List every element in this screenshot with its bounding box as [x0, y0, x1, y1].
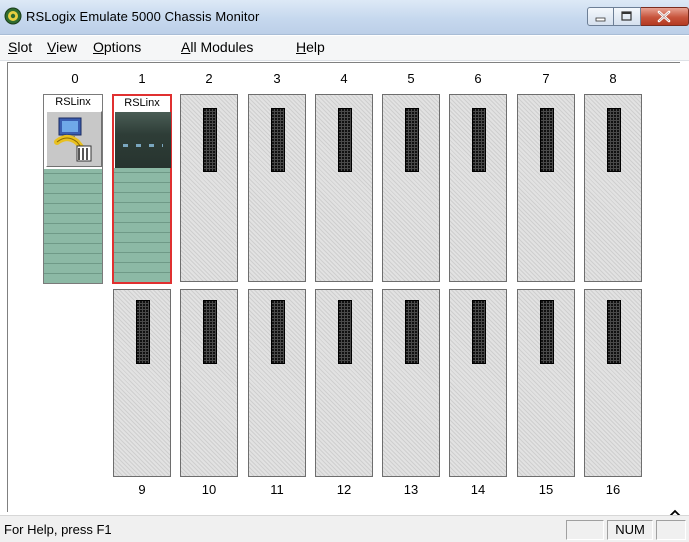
- empty-slot-2[interactable]: [180, 94, 238, 282]
- slot-number-1: 1: [138, 71, 146, 86]
- slot-connector: [338, 108, 352, 172]
- close-icon: [657, 10, 671, 23]
- menu-help-accel: H: [296, 39, 307, 55]
- slot-connector: [607, 300, 621, 364]
- slot-connector: [405, 300, 419, 364]
- rslogix-emulate-icon: [4, 7, 22, 25]
- empty-slot-4[interactable]: [315, 94, 373, 282]
- slot-connector: [136, 300, 150, 364]
- minimize-button[interactable]: [587, 7, 614, 26]
- empty-slot-14[interactable]: [449, 289, 507, 477]
- empty-slot-12[interactable]: [315, 289, 373, 477]
- menu-all-modules-rest: ll Modules: [190, 39, 254, 55]
- slot-number-16: 16: [605, 482, 621, 497]
- menu-view-accel: V: [47, 39, 57, 55]
- close-button[interactable]: [641, 7, 689, 26]
- title-bar[interactable]: RSLogix Emulate 5000 Chassis Monitor: [0, 0, 689, 35]
- status-bar: For Help, press F1 NUM: [0, 515, 689, 542]
- maximize-button[interactable]: [614, 7, 641, 26]
- menu-all-modules[interactable]: All Modules: [181, 39, 253, 55]
- menu-options-rest: ptions: [103, 39, 142, 55]
- slot-number-10: 10: [201, 482, 217, 497]
- slot-number-5: 5: [407, 71, 415, 86]
- slot-connector: [271, 300, 285, 364]
- empty-slot-10[interactable]: [180, 289, 238, 477]
- maximize-icon: [621, 11, 632, 21]
- slot-number-12: 12: [336, 482, 352, 497]
- status-leds: [123, 144, 163, 147]
- slot-connector: [540, 108, 554, 172]
- menu-slot-accel: S: [8, 39, 18, 55]
- minimize-icon: [595, 17, 606, 22]
- empty-slot-16[interactable]: [584, 289, 642, 477]
- slot-connector: [472, 300, 486, 364]
- rslinx-module-icon: [46, 111, 102, 167]
- empty-slot-6[interactable]: [449, 94, 507, 282]
- module-slot-0[interactable]: RSLinx: [43, 94, 103, 284]
- status-pane-scrl: [656, 520, 686, 540]
- module-body: [114, 168, 170, 282]
- slot-number-8: 8: [609, 71, 617, 86]
- module-slot-1[interactable]: RSLinx: [112, 94, 172, 284]
- module-faceplate: [115, 112, 171, 168]
- menu-slot-rest: lot: [17, 39, 33, 55]
- slot-connector: [338, 300, 352, 364]
- rslinx-icon-graphic: [54, 117, 92, 162]
- empty-slot-7[interactable]: [517, 94, 575, 282]
- window-title: RSLogix Emulate 5000 Chassis Monitor: [26, 9, 260, 24]
- slot-number-15: 15: [538, 482, 554, 497]
- menu-options-accel: O: [93, 39, 104, 55]
- slot-number-13: 13: [403, 482, 419, 497]
- chassis-view: 0 1 2 3 4 5 6 7 8 RSLinx RSLinx 9 10 11 …: [7, 62, 681, 522]
- slot-number-4: 4: [340, 71, 348, 86]
- slot-connector: [607, 108, 621, 172]
- empty-slot-3[interactable]: [248, 94, 306, 282]
- menu-all-modules-accel: A: [181, 39, 191, 55]
- menu-view-rest: iew: [56, 39, 78, 55]
- menu-help-rest: elp: [306, 39, 325, 55]
- module-label: RSLinx: [114, 96, 170, 111]
- menu-slot[interactable]: Slot: [8, 39, 32, 55]
- empty-slot-15[interactable]: [517, 289, 575, 477]
- status-help-text: For Help, press F1: [4, 522, 112, 537]
- status-pane-num: NUM: [607, 520, 653, 540]
- status-pane-caps: [566, 520, 604, 540]
- slot-connector: [405, 108, 419, 172]
- slot-connector: [203, 108, 217, 172]
- slot-number-7: 7: [542, 71, 550, 86]
- slot-connector: [203, 300, 217, 364]
- slot-connector: [271, 108, 285, 172]
- slot-connector: [540, 300, 554, 364]
- menu-view[interactable]: View: [47, 39, 77, 55]
- slot-number-2: 2: [205, 71, 213, 86]
- slot-number-6: 6: [474, 71, 482, 86]
- module-label: RSLinx: [44, 95, 102, 110]
- slot-number-0: 0: [71, 71, 79, 86]
- slot-number-3: 3: [273, 71, 281, 86]
- empty-slot-5[interactable]: [382, 94, 440, 282]
- empty-slot-13[interactable]: [382, 289, 440, 477]
- menu-bar: Slot View Options All Modules Help: [0, 36, 689, 61]
- empty-slot-11[interactable]: [248, 289, 306, 477]
- slot-number-14: 14: [470, 482, 486, 497]
- slot-number-11: 11: [270, 482, 284, 497]
- menu-options[interactable]: Options: [93, 39, 141, 55]
- empty-slot-8[interactable]: [584, 94, 642, 282]
- module-body: [44, 169, 102, 283]
- slot-connector: [472, 108, 486, 172]
- empty-slot-9[interactable]: [113, 289, 171, 477]
- slot-number-9: 9: [138, 482, 146, 497]
- menu-help[interactable]: Help: [296, 39, 325, 55]
